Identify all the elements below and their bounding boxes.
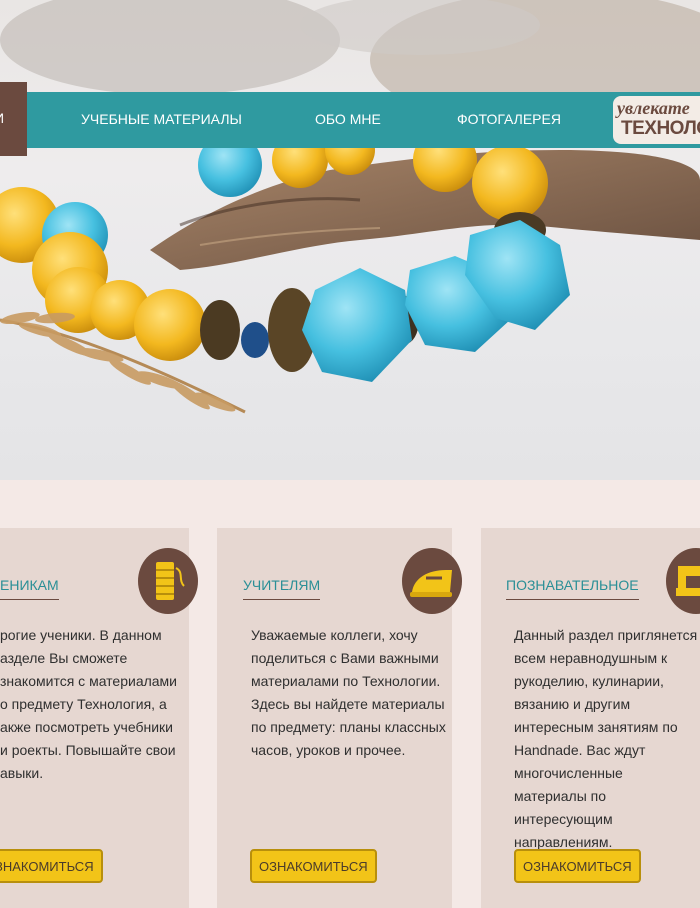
card-students-button[interactable]: ЗНАКОМИТЬСЯ bbox=[0, 849, 103, 883]
card-teachers-title[interactable]: УЧИТЕЛЯМ bbox=[243, 577, 321, 600]
nav-item-gallery[interactable]: ФОТОГАЛЕРЕЯ bbox=[457, 111, 561, 127]
card-teachers-text: Уважаемые коллеги, хочу поделиться с Вам… bbox=[251, 627, 446, 758]
card-teachers-button[interactable]: ОЗНАКОМИТЬСЯ bbox=[250, 849, 377, 883]
card-teachers-button-label: ОЗНАКОМИТЬСЯ bbox=[259, 859, 368, 874]
logo-line-2: ТЕХНОЛО bbox=[621, 118, 700, 139]
nav-item-study-materials[interactable]: УЧЕБНЫЕ МАТЕРИАЛЫ bbox=[81, 111, 242, 127]
hero-image bbox=[0, 0, 700, 480]
logo-line-1: увлекате bbox=[617, 98, 690, 118]
card-students-text: рогие ученики. В данном азделе Вы сможет… bbox=[0, 624, 184, 785]
bracelet-photo bbox=[0, 0, 700, 414]
card-educational-button[interactable]: ОЗНАКОМИТЬСЯ bbox=[514, 849, 641, 883]
iron-icon bbox=[402, 548, 462, 614]
card-educational-text: Данный раздел приглянется всем неравноду… bbox=[514, 627, 698, 850]
card-students-title[interactable]: ЕНИКАМ bbox=[0, 577, 59, 600]
nav-item-active-label: И bbox=[0, 110, 4, 126]
card-students-button-label: ЗНАКОМИТЬСЯ bbox=[0, 859, 94, 874]
sewing-machine-icon bbox=[666, 548, 700, 614]
site-logo[interactable]: увлекате ТЕХНОЛО bbox=[613, 96, 700, 144]
card-students-text-body: рогие ученики. В данном азделе Вы сможет… bbox=[0, 627, 178, 781]
nav-item-active[interactable]: И bbox=[0, 82, 27, 156]
thread-spool-icon bbox=[138, 548, 198, 614]
card-educational-title[interactable]: ПОЗНАВАТЕЛЬНОЕ bbox=[506, 577, 639, 600]
nav-item-about[interactable]: ОБО МНЕ bbox=[315, 111, 381, 127]
card-educational-button-label: ОЗНАКОМИТЬСЯ bbox=[523, 859, 632, 874]
